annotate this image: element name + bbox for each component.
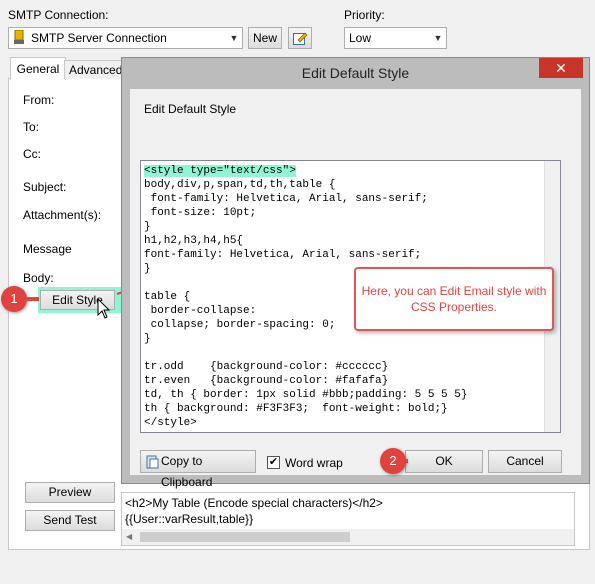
chevron-down-icon[interactable]: ▼ bbox=[430, 28, 446, 48]
copy-to-clipboard-button[interactable]: Copy to Clipboard bbox=[140, 450, 256, 489]
scroll-left-icon[interactable]: ◀ bbox=[126, 532, 132, 541]
scroll-thumb[interactable] bbox=[140, 532, 350, 542]
new-connection-button[interactable]: New bbox=[248, 27, 282, 49]
server-icon bbox=[14, 29, 24, 45]
badge-2-pointer bbox=[404, 459, 408, 463]
cancel-button[interactable]: Cancel bbox=[488, 450, 562, 473]
from-label: From: bbox=[23, 93, 55, 107]
edit-connection-button[interactable] bbox=[288, 27, 312, 49]
to-label: To: bbox=[23, 120, 40, 134]
smtp-connection-label: SMTP Connection: bbox=[8, 8, 109, 22]
word-wrap-label: Word wrap bbox=[285, 456, 343, 470]
step-badge-2: 2 bbox=[380, 448, 406, 474]
body-horizontal-scrollbar[interactable]: ◀ bbox=[122, 529, 574, 545]
close-icon[interactable]: ✕ bbox=[539, 58, 583, 78]
priority-select[interactable]: Low ▼ bbox=[344, 27, 447, 49]
priority-value: Low bbox=[349, 31, 372, 45]
body-line-2: {{User::varResult,table}} bbox=[125, 512, 254, 526]
cc-label: Cc: bbox=[23, 147, 41, 161]
step-badge-1: 1 bbox=[1, 286, 27, 312]
badge-1-pointer bbox=[27, 297, 39, 301]
word-wrap-checkbox[interactable]: ✔ bbox=[267, 456, 280, 469]
smtp-connection-select[interactable]: SMTP Server Connection ▼ bbox=[8, 27, 243, 49]
tab-general[interactable]: General bbox=[10, 57, 66, 80]
smtp-connection-value: SMTP Server Connection bbox=[31, 31, 167, 45]
code-style-open-tag: <style type="text/css"> bbox=[144, 165, 296, 177]
preview-button[interactable]: Preview bbox=[25, 482, 115, 503]
chevron-down-icon[interactable]: ▼ bbox=[226, 28, 242, 48]
copy-label: Copy to Clipboard bbox=[161, 454, 213, 489]
subject-label: Subject: bbox=[23, 180, 67, 194]
attachment-label: Attachment(s): bbox=[23, 208, 102, 222]
message-label: Message bbox=[23, 242, 72, 256]
body-label: Body: bbox=[23, 271, 54, 285]
priority-label: Priority: bbox=[344, 8, 385, 22]
ok-button[interactable]: OK bbox=[405, 450, 483, 473]
clipboard-icon bbox=[145, 455, 159, 476]
annotation-callout: Here, you can Edit Email style with CSS … bbox=[354, 267, 554, 331]
dialog-title: Edit Default Style bbox=[301, 65, 410, 81]
tab-advanced[interactable]: Advanced bbox=[64, 60, 128, 79]
dialog-heading: Edit Default Style bbox=[144, 102, 237, 116]
body-line-1: <h2>My Table (Encode special characters)… bbox=[125, 496, 383, 510]
edit-icon bbox=[293, 31, 308, 48]
send-test-button[interactable]: Send Test bbox=[25, 510, 115, 531]
mouse-cursor-icon bbox=[97, 297, 111, 323]
